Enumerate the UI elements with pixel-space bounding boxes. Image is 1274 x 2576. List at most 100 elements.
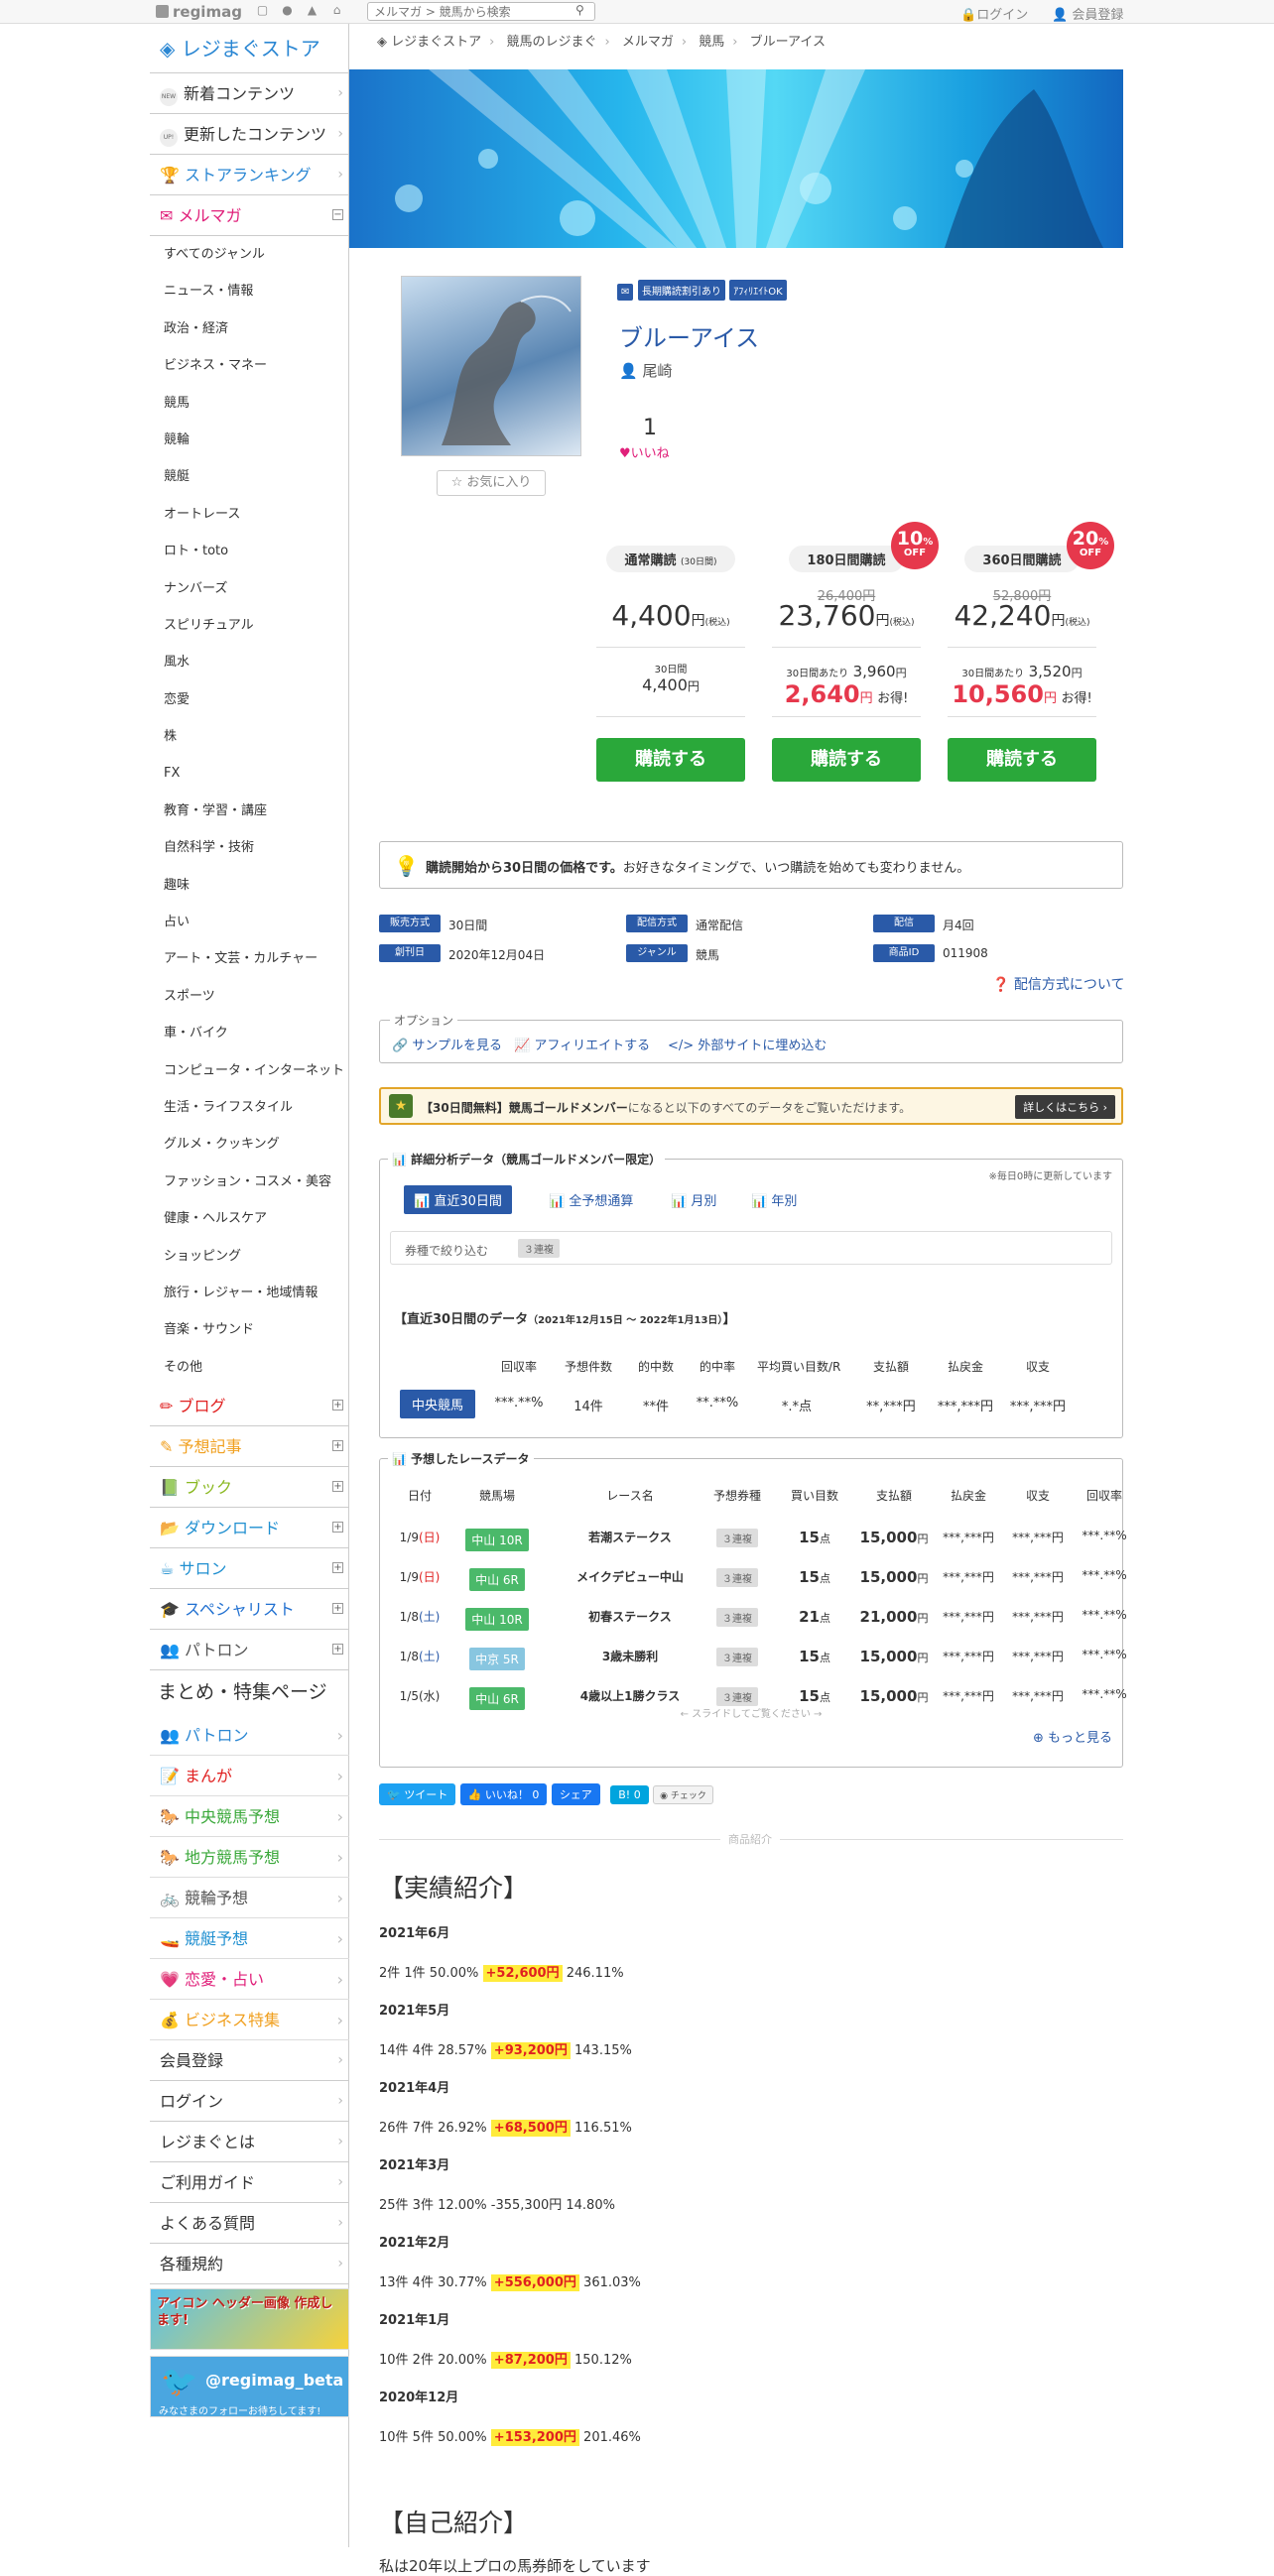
sidebar-genre-item[interactable]: ニュース・情報 (150, 273, 349, 309)
sidebar-link[interactable]: 会員登録 › (150, 2040, 349, 2082)
sidebar-genre-item[interactable]: コンピュータ・インターネット (150, 1052, 349, 1089)
sidebar-genre-item[interactable]: ビジネス・マネー (150, 347, 349, 384)
sidebar-item-category[interactable]: ✏ ブログ + (150, 1386, 349, 1427)
special-item[interactable]: 🚤 競艇予想 › (150, 1918, 349, 1960)
subscribe-button[interactable]: 購読する (596, 738, 745, 782)
sidebar-link[interactable]: レジまぐとは › (150, 2122, 349, 2163)
special-item[interactable]: 🐎 地方競馬予想 › (150, 1837, 349, 1879)
fb-like-button[interactable]: 👍 いいね！ 0 (459, 1783, 548, 1805)
breadcrumb-keiba[interactable]: 競馬 (699, 35, 724, 50)
tab-yearly[interactable]: 📊 年別 (751, 1190, 797, 1209)
subscribe-button[interactable]: 購読する (772, 738, 921, 782)
search-icon[interactable]: ⚲ (575, 3, 584, 17)
sidebar-genre-item[interactable]: 政治・経済 (150, 310, 349, 347)
sidebar-genre-item[interactable]: 競輪 (150, 422, 349, 458)
check-button[interactable]: ◉ チェック (653, 1785, 713, 1804)
hatena-button[interactable]: B! 0 (610, 1785, 649, 1804)
sidebar-item-category[interactable]: 📗 ブック + (150, 1467, 349, 1509)
expand-icon[interactable]: + (332, 1562, 343, 1574)
icon-header-banner[interactable]: アイコン ヘッダー画像 作成します! (150, 2288, 349, 2351)
login-link[interactable]: 🔒ログイン (960, 4, 1028, 23)
special-item[interactable]: 🐎 中央競馬予想 › (150, 1796, 349, 1838)
fb-share-button[interactable]: シェア (551, 1783, 600, 1805)
sidebar-genre-item[interactable]: 風水 (150, 644, 349, 680)
special-item[interactable]: 💗 恋愛・占い › (150, 1959, 349, 2001)
sidebar-genre-item[interactable]: スピリチュアル (150, 607, 349, 644)
sidebar-genre-item[interactable]: 音楽・サウンド (150, 1311, 349, 1348)
sidebar-item-category[interactable]: 📂 ダウンロード + (150, 1508, 349, 1549)
race-row[interactable]: 1/8(土) 中京 5R 3歳未勝利 ３連複 15点 15,000円 ***,***円 ***… (380, 1642, 1127, 1671)
special-item[interactable]: 🚲 競輪予想 › (150, 1878, 349, 1919)
race-row[interactable]: 1/9(日) 中山 6R メイクデビュー中山 ３連複 15点 15,000円 ***,***… (380, 1562, 1127, 1592)
race-row[interactable]: 1/9(日) 中山 10R 若潮ステークス ３連複 15点 15,000円 ***,***円… (380, 1523, 1127, 1552)
sidebar-genre-item[interactable]: FX (150, 755, 349, 792)
regimag-logo[interactable]: regimag (156, 3, 242, 21)
race-row[interactable]: 1/8(土) 中山 10R 初春ステークス ３連複 21点 21,000円 ***,***円… (380, 1602, 1127, 1632)
sidebar-genre-item[interactable]: ショッピング (150, 1238, 349, 1275)
bell-icon[interactable]: ▲ (306, 4, 318, 17)
sidebar-item-ranking[interactable]: 🏆 ストアランキング › (150, 155, 349, 195)
sidebar-genre-item[interactable]: 競艇 (150, 458, 349, 495)
expand-icon[interactable]: + (332, 1400, 343, 1411)
expand-icon[interactable]: + (332, 1603, 343, 1615)
sidebar-genre-item[interactable]: すべてのジャンル (150, 236, 349, 273)
special-item[interactable]: 👥 パトロン › (150, 1715, 349, 1757)
sidebar-item-new[interactable]: NEW 新着コンテンツ › (150, 73, 349, 114)
sidebar-item-category[interactable]: 👥 パトロン + (150, 1630, 349, 1671)
store-title[interactable]: ◈ レジまぐストア (150, 24, 349, 73)
sidebar-item-updated[interactable]: UP! 更新したコンテンツ › (150, 114, 349, 155)
favorite-button[interactable]: ☆ お気に入り (437, 470, 546, 496)
sidebar-item-mailmag[interactable]: ✉ メルマガ − (150, 195, 349, 236)
sample-link[interactable]: 🔗 サンプルを見る (392, 1035, 502, 1053)
filter-tag[interactable]: ３連複 (518, 1239, 560, 1258)
author[interactable]: 👤 尾崎 (619, 360, 672, 381)
sidebar-genre-item[interactable]: 株 (150, 718, 349, 755)
chat-icon[interactable]: ● (281, 4, 294, 17)
subscribe-button[interactable]: 購読する (948, 738, 1096, 782)
sidebar-genre-item[interactable]: 自然科学・技術 (150, 829, 349, 866)
cube-icon[interactable]: ▢ (256, 4, 269, 17)
sidebar-genre-item[interactable]: 車・バイク (150, 1015, 349, 1051)
sidebar-item-category[interactable]: ☕ サロン + (150, 1548, 349, 1590)
more-link[interactable]: ⊕ もっと見る (1033, 1727, 1112, 1746)
special-item[interactable]: 📝 まんが › (150, 1756, 349, 1797)
sidebar-genre-item[interactable]: 健康・ヘルスケア (150, 1200, 349, 1237)
sidebar-item-category[interactable]: ✎ 予想記事 + (150, 1426, 349, 1468)
expand-icon[interactable]: + (332, 1440, 343, 1452)
sidebar-genre-item[interactable]: 生活・ライフスタイル (150, 1089, 349, 1126)
special-item[interactable]: 💰 ビジネス特集 › (150, 2000, 349, 2041)
sidebar-link[interactable]: 各種規約 › (150, 2244, 349, 2285)
tab-all[interactable]: 📊 全予想通算 (549, 1190, 633, 1209)
affiliate-link[interactable]: 📈 アフィリエイトする (514, 1035, 650, 1053)
search-input[interactable] (367, 2, 595, 21)
sidebar-genre-item[interactable]: ファッション・コスメ・美容 (150, 1164, 349, 1200)
sidebar-genre-item[interactable]: その他 (150, 1349, 349, 1386)
sidebar-genre-item[interactable]: グルメ・クッキング (150, 1126, 349, 1163)
register-link[interactable]: 👤 会員登録 (1052, 4, 1123, 23)
breadcrumb-keiba-regimag[interactable]: 競馬のレジまぐ (507, 35, 597, 50)
sidebar-genre-item[interactable]: ロト・toto (150, 533, 349, 569)
sidebar-genre-item[interactable]: 教育・学習・講座 (150, 793, 349, 829)
sidebar-genre-item[interactable]: オートレース (150, 496, 349, 533)
sidebar-genre-item[interactable]: スポーツ (150, 978, 349, 1015)
breadcrumb-mailmag[interactable]: メルマガ (622, 35, 674, 50)
sidebar-link[interactable]: ご利用ガイド › (150, 2162, 349, 2204)
sidebar-link[interactable]: よくある質問 › (150, 2203, 349, 2245)
tab-recent-30[interactable]: 📊 直近30日間 (404, 1185, 512, 1214)
twitter-banner[interactable]: 🐦 @regimag_beta みなさまのフォローお待ちしてます! (150, 2356, 349, 2418)
delivery-method-link[interactable]: ❓ 配信方式について (992, 974, 1124, 994)
sidebar-genre-item[interactable]: 趣味 (150, 867, 349, 904)
sidebar-genre-item[interactable]: ナンバーズ (150, 570, 349, 607)
embed-link[interactable]: </> 外部サイトに埋め込む (668, 1035, 827, 1053)
sidebar-genre-item[interactable]: アート・文芸・カルチャー (150, 940, 349, 977)
collapse-icon[interactable]: − (332, 209, 343, 220)
expand-icon[interactable]: + (332, 1522, 343, 1533)
sidebar-item-category[interactable]: 🎓 スペシャリスト + (150, 1589, 349, 1631)
gold-details-button[interactable]: 詳しくはこちら › (1015, 1095, 1115, 1119)
like-button[interactable]: ♥いいね (619, 442, 670, 461)
sidebar-genre-item[interactable]: 旅行・レジャー・地域情報 (150, 1275, 349, 1311)
sidebar-genre-item[interactable]: 占い (150, 904, 349, 940)
expand-icon[interactable]: + (332, 1481, 343, 1493)
sidebar-genre-item[interactable]: 恋愛 (150, 681, 349, 718)
tweet-button[interactable]: 🐦 ツイート (379, 1783, 456, 1805)
